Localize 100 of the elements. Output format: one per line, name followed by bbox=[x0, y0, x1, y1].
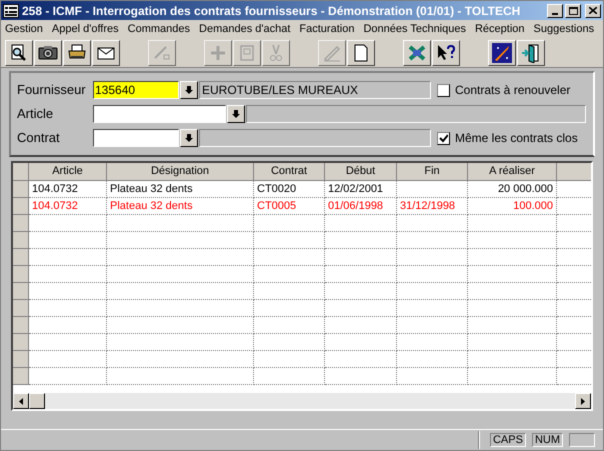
table-cell: 01/06/1998 bbox=[325, 198, 397, 215]
checkbox-label: Même les contrats clos bbox=[455, 130, 578, 147]
lookup-button[interactable] bbox=[180, 81, 198, 99]
supplier-code-field[interactable]: 135640 bbox=[93, 81, 179, 99]
rocket-icon bbox=[492, 42, 512, 62]
table-cell bbox=[254, 368, 325, 385]
download-arrow-icon bbox=[185, 134, 193, 142]
table-cell bbox=[397, 181, 468, 198]
menu-item[interactable]: Demandes d'achat bbox=[199, 20, 290, 38]
table-cell bbox=[397, 368, 468, 385]
menu-item[interactable]: Facturation bbox=[299, 20, 354, 38]
menu-item[interactable]: Données Techniques bbox=[363, 20, 466, 38]
corner-header bbox=[13, 163, 29, 181]
minimize-button[interactable] bbox=[547, 4, 563, 18]
row-header[interactable] bbox=[13, 283, 29, 300]
close-button[interactable] bbox=[585, 4, 601, 18]
close-icon bbox=[589, 7, 597, 14]
field-label: Article bbox=[17, 105, 54, 124]
field-label: Fournisseur bbox=[17, 81, 87, 100]
checkbox[interactable] bbox=[437, 132, 450, 144]
contract-field[interactable] bbox=[93, 129, 179, 147]
row-header[interactable] bbox=[13, 215, 29, 232]
scroll-thumb[interactable] bbox=[29, 393, 45, 409]
maximize-button[interactable] bbox=[565, 4, 581, 18]
table-cell bbox=[325, 334, 397, 351]
status-panel bbox=[569, 433, 595, 447]
toolbar-button[interactable] bbox=[403, 40, 431, 66]
supplier-name-field: EUROTUBE/LES MUREAUX bbox=[199, 81, 431, 99]
row-header[interactable] bbox=[13, 198, 29, 215]
menu-item[interactable]: Commandes bbox=[128, 20, 190, 38]
toolbar-button[interactable] bbox=[488, 40, 516, 66]
table-cell: Plateau 32 dents bbox=[107, 181, 254, 198]
menu-item[interactable]: Réception bbox=[474, 20, 525, 38]
download-arrow-icon bbox=[185, 86, 193, 94]
row-header[interactable] bbox=[13, 351, 29, 368]
table-cell bbox=[254, 266, 325, 283]
column-header[interactable]: Contrat bbox=[254, 163, 325, 181]
table-cell bbox=[325, 232, 397, 249]
row-header[interactable] bbox=[13, 317, 29, 334]
table-cell bbox=[254, 283, 325, 300]
table-cell bbox=[397, 351, 468, 368]
row-header[interactable] bbox=[13, 300, 29, 317]
table-cell bbox=[325, 215, 397, 232]
lookup-button[interactable] bbox=[180, 129, 198, 147]
table-cell bbox=[325, 283, 397, 300]
row-header[interactable] bbox=[13, 181, 29, 198]
checkbox[interactable] bbox=[437, 84, 450, 96]
toolbar-button[interactable] bbox=[347, 40, 375, 66]
table-cell bbox=[397, 283, 468, 300]
table-cell bbox=[325, 266, 397, 283]
toolbar-button[interactable] bbox=[63, 40, 91, 66]
right-arrow-icon bbox=[581, 398, 585, 404]
table-cell: 31/12/1998 bbox=[397, 198, 468, 215]
row-header[interactable] bbox=[13, 368, 29, 385]
app-icon bbox=[3, 4, 19, 18]
table-cell bbox=[325, 317, 397, 334]
scroll-right-button[interactable] bbox=[575, 393, 591, 409]
horizontal-scrollbar[interactable] bbox=[13, 393, 591, 409]
window-title: 258 - ICMF - Interrogation des contrats fournisseurs - Démonstration (01/01) - TOLTECH bbox=[22, 2, 522, 20]
article-field[interactable] bbox=[93, 105, 226, 123]
toolbar-button[interactable] bbox=[5, 40, 33, 66]
toolbar-button[interactable] bbox=[34, 40, 62, 66]
table-cell: 104.0732 bbox=[29, 198, 107, 215]
minimize-icon bbox=[552, 12, 558, 14]
column-header[interactable] bbox=[557, 163, 591, 181]
toolbar-button[interactable] bbox=[517, 40, 545, 66]
field-label: Contrat bbox=[17, 129, 61, 148]
menu-item[interactable]: Appel d'offres bbox=[52, 20, 119, 38]
checkbox-label: Contrats à renouveler bbox=[455, 82, 570, 99]
table-cell bbox=[397, 317, 468, 334]
lookup-button[interactable] bbox=[227, 105, 245, 123]
scroll-left-button[interactable] bbox=[13, 393, 29, 409]
toolbar-button[interactable] bbox=[92, 40, 120, 66]
table-cell bbox=[397, 300, 468, 317]
table-cell bbox=[254, 334, 325, 351]
table-cell: 20 000.000 bbox=[468, 181, 557, 198]
help-pointer-icon bbox=[436, 42, 456, 62]
left-arrow-icon bbox=[19, 398, 23, 404]
table-cell: Plateau 32 dents bbox=[107, 198, 254, 215]
table-cell bbox=[254, 300, 325, 317]
column-header[interactable]: Article bbox=[29, 163, 107, 181]
row-header[interactable] bbox=[13, 334, 29, 351]
menu-item[interactable]: Suggestions bbox=[534, 20, 594, 38]
column-header[interactable]: Début bbox=[325, 163, 397, 181]
table-cell bbox=[397, 232, 468, 249]
column-header[interactable]: Désignation bbox=[107, 163, 254, 181]
toolbar-button[interactable] bbox=[432, 40, 460, 66]
table-cell: 100.000 bbox=[468, 198, 557, 215]
row-header[interactable] bbox=[13, 266, 29, 283]
row-header[interactable] bbox=[13, 232, 29, 249]
table-cell: CT0020 bbox=[254, 181, 325, 198]
column-header[interactable]: A réaliser bbox=[468, 163, 557, 181]
exit-door-icon bbox=[521, 42, 541, 62]
table-cell bbox=[397, 334, 468, 351]
menu-item[interactable]: Gestion bbox=[5, 20, 43, 38]
table-cell bbox=[325, 249, 397, 266]
table-cell: 104.0732 bbox=[29, 181, 107, 198]
table-cell bbox=[254, 249, 325, 266]
row-header[interactable] bbox=[13, 249, 29, 266]
column-header[interactable]: Fin bbox=[397, 163, 468, 181]
